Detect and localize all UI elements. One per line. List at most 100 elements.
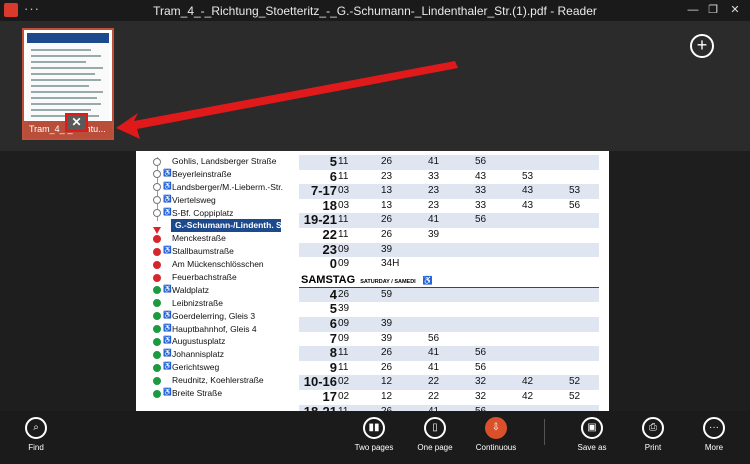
hour-cell: 5 bbox=[329, 154, 337, 169]
timetable-row: 18 03 13 23 33 43 56 bbox=[299, 197, 599, 214]
continuous-button[interactable]: ⇩ Continuous bbox=[466, 417, 526, 452]
minute-cell: 26 bbox=[338, 288, 350, 300]
minute-cell: 26 bbox=[381, 228, 393, 240]
print-button[interactable]: ⎙ Print bbox=[623, 417, 683, 452]
saturday-subtitle: SATURDAY / SAMEDI bbox=[360, 278, 416, 285]
hour-cell: 19-21 bbox=[303, 212, 337, 228]
stop-name: Gohlis, Landsberger Straße bbox=[172, 156, 277, 166]
timetable-row: 6 09 39 bbox=[299, 315, 599, 332]
minute-cell: 41 bbox=[428, 156, 440, 167]
stop-item: Menckestraße bbox=[136, 232, 296, 245]
minute-cell: 09 bbox=[338, 243, 350, 255]
stop-marker-icon bbox=[153, 196, 161, 205]
stop-item: ♿ Breite Straße bbox=[136, 387, 296, 400]
hour-cell: 6 bbox=[329, 168, 337, 184]
stop-marker-icon bbox=[153, 299, 161, 308]
stop-marker-icon bbox=[153, 247, 161, 256]
stop-marker-icon bbox=[153, 350, 161, 359]
hour-cell: 7-17 bbox=[310, 183, 337, 199]
stop-item: ♿ Augustusplatz bbox=[136, 335, 296, 348]
more-icon: ··· bbox=[703, 417, 725, 439]
minute-cell: 53 bbox=[569, 185, 581, 197]
stop-name: Am Mückenschlösschen bbox=[172, 259, 264, 270]
hour-cell: 8 bbox=[329, 345, 337, 361]
save-icon: ▣ bbox=[581, 417, 603, 439]
stop-name: Landsberger/M.-Lieberm.-Str. bbox=[172, 181, 284, 192]
minute-cell: 11 bbox=[338, 156, 349, 167]
minute-cell: 13 bbox=[381, 199, 393, 211]
stop-name: G.-Schumann-/Lindenth. Str. bbox=[175, 220, 290, 231]
hour-cell: 10-16 bbox=[303, 374, 337, 390]
timetable-row: 17 02 12 22 32 42 52 bbox=[299, 389, 599, 405]
window-title: Tram_4_-_Richtung_Stoetteritz_-_G.-Schum… bbox=[153, 4, 597, 18]
timetable-row: 22 11 26 39 bbox=[299, 227, 599, 243]
timetable-row: 5 39 bbox=[299, 302, 599, 317]
print-icon: ⎙ bbox=[642, 417, 664, 439]
stop-name: S-Bf. Coppiplatz bbox=[172, 207, 234, 218]
minute-cell: 59 bbox=[381, 288, 393, 300]
stop-name: Viertelsweg bbox=[172, 194, 216, 205]
search-icon: ⌕ bbox=[25, 417, 47, 439]
wheelchair-icon: ♿ bbox=[163, 195, 172, 203]
hour-cell: 0 bbox=[329, 256, 337, 272]
minute-cell: 26 bbox=[381, 214, 393, 226]
one-page-icon: ▯ bbox=[424, 417, 446, 439]
hour-cell: 7 bbox=[329, 330, 337, 346]
more-button[interactable]: ··· More bbox=[684, 417, 744, 452]
wheelchair-icon: ♿ bbox=[163, 350, 172, 358]
stop-item: ♿ Viertelsweg bbox=[136, 194, 296, 207]
app-bar-divider bbox=[544, 419, 545, 445]
stop-item: ♿ Landsberger/M.-Lieberm.-Str. bbox=[136, 181, 296, 194]
minute-cell: 02 bbox=[338, 376, 350, 388]
hour-cell: 18 bbox=[322, 197, 337, 213]
minute-cell: 11 bbox=[338, 228, 349, 240]
wheelchair-icon: ♿ bbox=[163, 182, 172, 190]
hour-cell: 5 bbox=[329, 301, 337, 317]
document-viewer[interactable]: Gohlis, Landsberger Straße ♿ Beyerleinstra… bbox=[0, 151, 750, 411]
minute-cell: 03 bbox=[338, 199, 350, 211]
timetable-row: 19-21 11 26 41 56 bbox=[299, 213, 599, 228]
saturday-title: SAMSTAG bbox=[301, 273, 356, 286]
minute-cell: 11 bbox=[338, 170, 349, 182]
hour-cell: 6 bbox=[329, 315, 337, 331]
restore-button[interactable]: ❐ bbox=[706, 3, 720, 17]
minute-cell: 26 bbox=[381, 156, 393, 167]
wheelchair-icon: ♿ bbox=[163, 169, 172, 177]
stop-marker-icon bbox=[153, 312, 161, 321]
saturday-header: SAMSTAG SATURDAY / SAMEDI ♿ bbox=[299, 272, 599, 288]
minute-cell: 41 bbox=[428, 361, 440, 373]
minute-cell: 43 bbox=[475, 170, 487, 182]
stop-marker-icon bbox=[153, 389, 161, 398]
minimize-button[interactable]: — bbox=[686, 3, 700, 17]
timetable-row: 10-16 02 12 22 32 42 52 bbox=[299, 375, 599, 390]
timetable-row: 7-17 03 13 23 33 43 53 bbox=[299, 184, 599, 199]
minute-cell: 22 bbox=[428, 376, 440, 388]
pdf-page: Gohlis, Landsberger Straße ♿ Beyerleinstra… bbox=[136, 151, 609, 411]
timetable-row: 0 09 34H bbox=[299, 257, 599, 272]
minute-cell: 03 bbox=[338, 185, 350, 197]
app-bar: ⌕ Find ▮▮ Two pages ▯ One page ⇩ Continu… bbox=[0, 411, 750, 464]
title-bar: ··· Tram_4_-_Richtung_Stoetteritz_-_G.-S… bbox=[0, 0, 750, 21]
minute-cell: 26 bbox=[381, 347, 393, 359]
one-page-button[interactable]: ▯ One page bbox=[405, 417, 465, 452]
find-button[interactable]: ⌕ Find bbox=[6, 417, 66, 452]
close-window-button[interactable]: ✕ bbox=[728, 3, 742, 17]
stop-name: Breite Straße bbox=[172, 388, 223, 399]
minute-cell: 56 bbox=[475, 156, 487, 167]
wheelchair-icon: ♿ bbox=[163, 363, 172, 371]
minute-cell: 12 bbox=[381, 376, 393, 388]
stop-marker-icon bbox=[153, 337, 161, 346]
save-as-button[interactable]: ▣ Save as bbox=[562, 417, 622, 452]
minute-cell: 33 bbox=[428, 170, 440, 182]
wheelchair-icon: ♿ bbox=[163, 337, 172, 345]
continuous-icon: ⇩ bbox=[485, 417, 507, 439]
minute-cell: 56 bbox=[475, 361, 487, 373]
stop-name: Feuerbachstraße bbox=[172, 272, 237, 283]
timetable-row: 8 11 26 41 56 bbox=[299, 346, 599, 361]
minute-cell: 41 bbox=[428, 347, 440, 359]
stop-item: ♿ Stallbaumstraße bbox=[136, 245, 296, 258]
stop-item: ♿ Hauptbahnhof, Gleis 4 bbox=[136, 323, 296, 336]
two-pages-button[interactable]: ▮▮ Two pages bbox=[344, 417, 404, 452]
stop-item: ♿ Johannisplatz bbox=[136, 348, 296, 361]
minute-cell: 09 bbox=[338, 332, 350, 344]
